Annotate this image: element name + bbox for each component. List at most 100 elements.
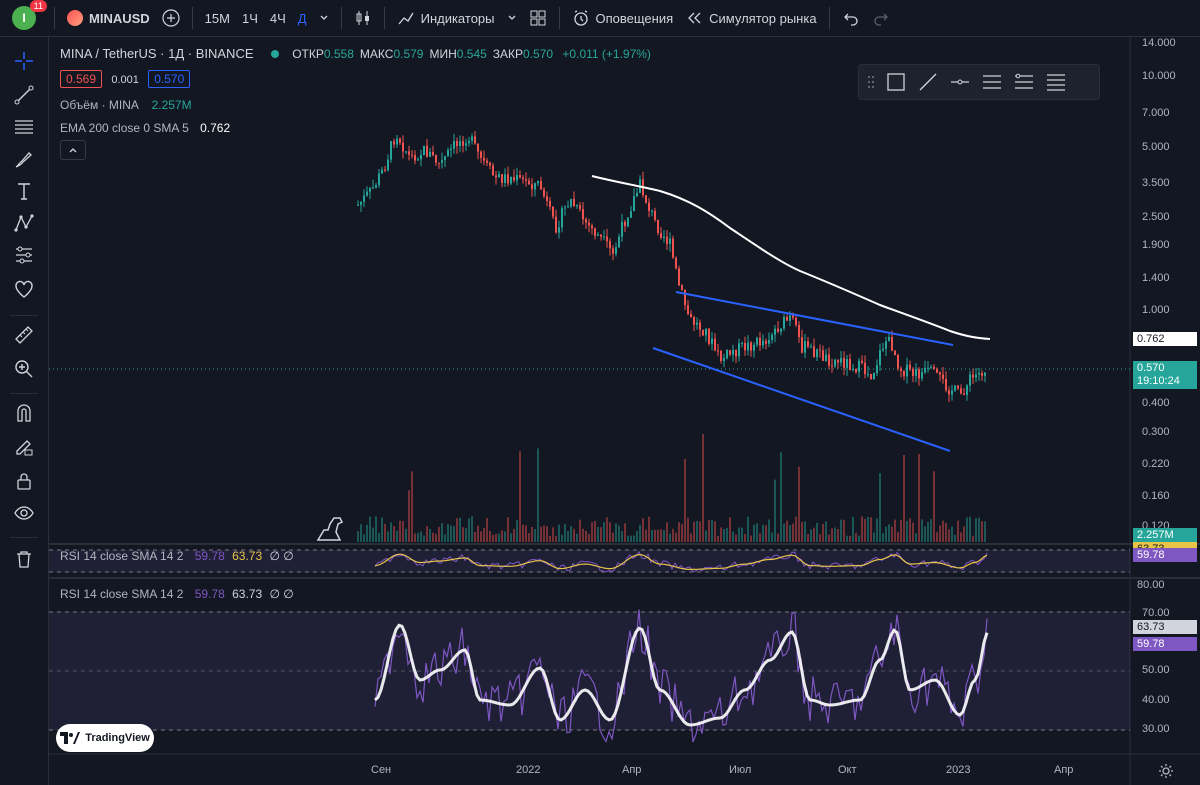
bid-price-button[interactable]: 0.569: [60, 70, 103, 88]
volume-bar: [456, 518, 458, 542]
candle-body: [774, 328, 776, 335]
candle-body: [474, 136, 476, 144]
price-axis-label: 7.000: [1142, 107, 1170, 119]
rsi-small-axis-label: 80.00: [1137, 579, 1165, 591]
symbol-title[interactable]: MINA / TetherUS · 1Д · BINANCE: [60, 46, 254, 61]
volume-bar: [405, 528, 407, 542]
time-scale-settings-button[interactable]: [1158, 763, 1174, 782]
volume-bar: [387, 531, 389, 542]
ema-value: 0.762: [200, 121, 231, 135]
candle-body: [861, 360, 863, 363]
rectangle-icon[interactable]: [885, 71, 907, 93]
volume-bar: [630, 535, 632, 542]
volume-bar: [837, 529, 839, 542]
volume-bar: [903, 455, 905, 542]
candle-body: [954, 385, 956, 391]
parallel-channel-icon[interactable]: [981, 71, 1003, 93]
fib-retracement-icon[interactable]: [1013, 71, 1035, 93]
volume-bar: [624, 523, 626, 542]
volume-bar: [945, 523, 947, 542]
rsi-legend[interactable]: RSI 14 close SMA 14 2 59.78 63.73 ∅ ∅: [60, 587, 294, 601]
volume-bar: [849, 535, 851, 542]
candle-body: [900, 368, 902, 371]
price-axis-label: 3.500: [1142, 177, 1170, 189]
volume-bar: [774, 479, 776, 542]
lines-menu-icon[interactable]: [1045, 71, 1067, 93]
candle-body: [624, 221, 626, 227]
volume-bar: [681, 524, 683, 542]
volume-bar: [615, 523, 617, 542]
candle-body: [729, 350, 731, 355]
main-legend: MINA / TetherUS · 1Д · BINANCE ОТКР0.558…: [60, 46, 651, 61]
candle-body: [885, 341, 887, 349]
volume-bar: [771, 532, 773, 542]
candle-body: [438, 162, 440, 164]
price-axis-label: 1.400: [1142, 272, 1170, 284]
candle-body: [720, 350, 722, 362]
candle-body: [651, 210, 653, 212]
ema-legend[interactable]: EMA 200 close 0 SMA 5 0.762: [60, 121, 230, 135]
horizontal-line-icon[interactable]: [949, 71, 971, 93]
time-axis-label: Апр: [1054, 764, 1074, 776]
volume-bar: [444, 534, 446, 542]
time-axis-label: Окт: [838, 764, 857, 776]
volume-label: Объём · MINA: [60, 98, 139, 112]
candle-body: [753, 344, 755, 351]
volume-bar: [486, 518, 488, 542]
candle-body: [648, 202, 650, 211]
candle-body: [705, 328, 707, 336]
ohlc-value: 0.545: [456, 47, 487, 61]
ask-price-button[interactable]: 0.570: [148, 70, 191, 88]
candle-body: [801, 337, 803, 353]
volume-bar: [414, 533, 416, 542]
candle-body: [834, 360, 836, 367]
volume-bar: [468, 518, 470, 542]
volume-bar: [384, 523, 386, 542]
volume-bar: [612, 532, 614, 542]
candle-body: [699, 322, 701, 330]
bid-ask-row: 0.569 0.001 0.570: [60, 70, 191, 88]
candle-body: [711, 338, 713, 344]
chart-canvas[interactable]: [0, 0, 1200, 785]
volume-bar: [555, 535, 557, 542]
candle-body: [636, 192, 638, 197]
candle-body: [966, 385, 968, 396]
candle-body: [381, 169, 383, 174]
candle-body: [942, 374, 944, 380]
drag-handle-icon[interactable]: [867, 74, 875, 90]
volume-bar: [483, 528, 485, 542]
candle-body: [591, 225, 593, 229]
volume-bar: [558, 524, 560, 542]
volume-bar: [411, 471, 413, 542]
volume-bar: [462, 527, 464, 542]
price-axis-label: 0.400: [1142, 397, 1170, 409]
volume-bar: [489, 530, 491, 542]
volume-bar: [894, 519, 896, 542]
candle-body: [894, 350, 896, 355]
candle-body: [540, 181, 542, 190]
candle-body: [603, 236, 605, 238]
volume-bar: [792, 523, 794, 542]
collapse-legend-button[interactable]: [60, 140, 86, 160]
volume-bar: [738, 527, 740, 542]
volume-bar: [450, 525, 452, 542]
floating-drawing-toolbar: [858, 64, 1100, 100]
volume-bar: [543, 525, 545, 542]
volume-bar: [930, 519, 932, 542]
volume-bar: [435, 533, 437, 542]
volume-bar: [813, 527, 815, 542]
tradingview-logo[interactable]: TradingView: [56, 724, 154, 752]
candle-body: [411, 154, 413, 156]
volume-bar: [423, 535, 425, 542]
volume-bar: [942, 520, 944, 542]
time-axis-label: Апр: [622, 764, 642, 776]
volume-bars: [357, 434, 986, 542]
candle-body: [492, 165, 494, 176]
candle-body: [684, 289, 686, 306]
line-icon[interactable]: [917, 71, 939, 93]
volume-legend[interactable]: Объём · MINA 2.257M: [60, 98, 192, 112]
volume-bar: [966, 517, 968, 542]
rsi-small-legend[interactable]: RSI 14 close SMA 14 2 59.78 63.73 ∅ ∅: [60, 549, 294, 563]
candle-body: [807, 341, 809, 347]
volume-bar: [420, 531, 422, 542]
